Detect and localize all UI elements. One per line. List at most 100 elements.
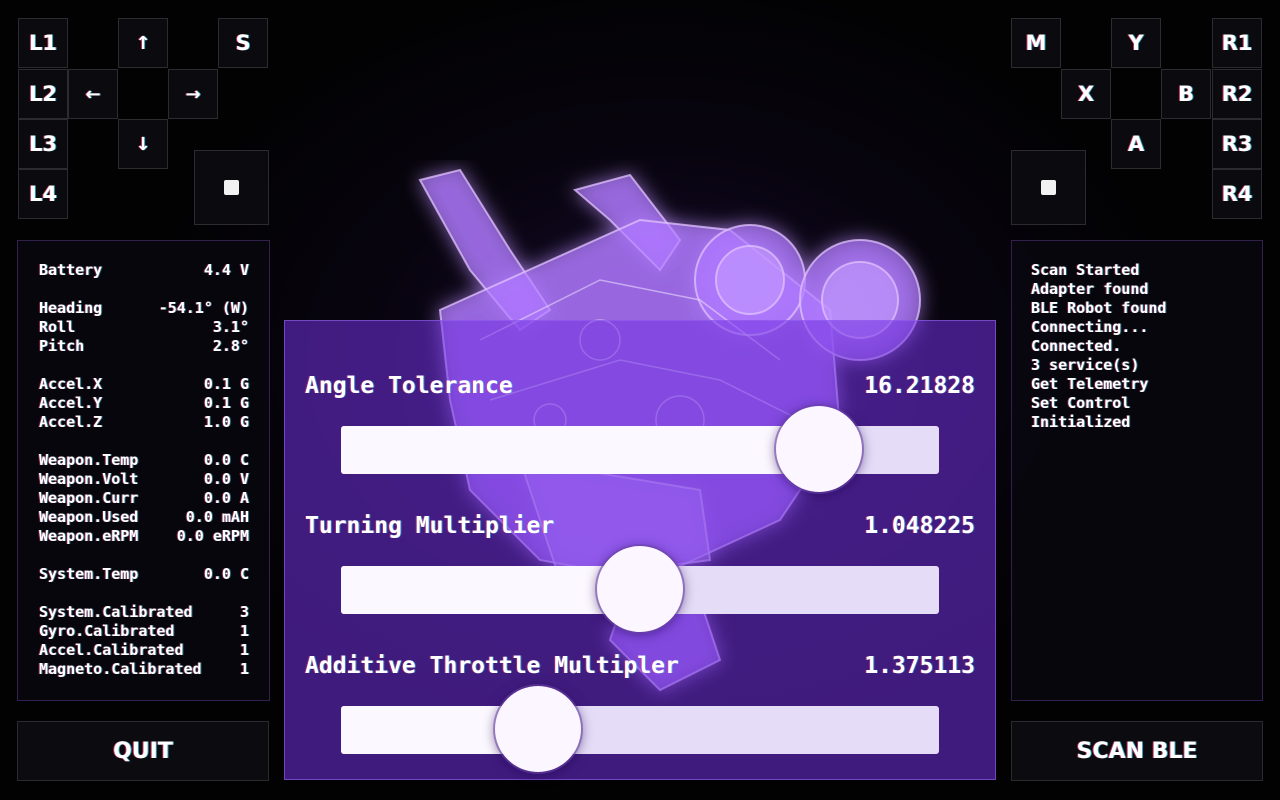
telemetry-row: Weapon.Volt 0.0 V — [39, 470, 249, 489]
telemetry-row: System.Calibrated 3 — [39, 603, 249, 622]
x-button[interactable]: X — [1061, 69, 1111, 119]
l2-button[interactable]: L2 — [18, 69, 68, 119]
telemetry-label: Weapon.Curr — [39, 489, 139, 507]
telemetry-group: Battery 4.4 V — [39, 261, 249, 280]
scan-ble-button[interactable]: SCAN BLE — [1011, 721, 1263, 781]
telemetry-value: 0.0 C — [203, 451, 249, 469]
telemetry-row: Pitch 2.8° — [39, 337, 249, 356]
log-line: Initialized — [1031, 413, 1131, 431]
dpad-right-button[interactable]: → — [168, 69, 218, 119]
telemetry-label: Heading — [39, 299, 103, 317]
telemetry-label: System.Calibrated — [39, 603, 193, 621]
log-line: BLE Robot found — [1031, 299, 1167, 317]
telemetry-row: Weapon.Used 0.0 mAH — [39, 508, 249, 527]
telemetry-label: Weapon.eRPM — [39, 527, 139, 545]
slider-track[interactable] — [341, 406, 939, 492]
slider-label: Angle Tolerance — [305, 373, 513, 399]
telemetry-label: Gyro.Calibrated — [39, 622, 175, 640]
s-button[interactable]: S — [218, 18, 268, 68]
telemetry-label: Pitch — [39, 337, 85, 355]
r3-button[interactable]: R3 — [1212, 119, 1262, 169]
telemetry-row: Gyro.Calibrated 1 — [39, 622, 249, 641]
telemetry-value: 1 — [239, 641, 249, 659]
b-button[interactable]: B — [1161, 69, 1211, 119]
l1-button[interactable]: L1 — [18, 18, 68, 68]
slider-panel: Angle Tolerance 16.21828 Turning Multiplie… — [284, 320, 996, 780]
telemetry-label: Accel.X — [39, 375, 103, 393]
telemetry-label: Weapon.Volt — [39, 470, 139, 488]
telemetry-row: Roll 3.1° — [39, 318, 249, 337]
log-line: 3 service(s) — [1031, 356, 1140, 374]
telemetry-group: Accel.X 0.1 G Accel.Y 0.1 G Accel.Z 1.0 G — [39, 375, 249, 432]
telemetry-value: 0.1 G — [203, 394, 249, 412]
telemetry-label: Weapon.Temp — [39, 451, 139, 469]
log-line: Scan Started — [1031, 261, 1140, 279]
telemetry-label: Accel.Calibrated — [39, 641, 184, 659]
telemetry-group: Weapon.Temp 0.0 C Weapon.Volt 0.0 V Weapon.C… — [39, 451, 249, 546]
telemetry-row: Battery 4.4 V — [39, 261, 249, 280]
slider-thumb[interactable] — [776, 406, 863, 492]
telemetry-group: Heading -54.1° (W) Roll 3.1° Pitch 2.8° — [39, 299, 249, 356]
r1-button[interactable]: R1 — [1212, 18, 1262, 68]
log-line: Connected. — [1031, 337, 1122, 355]
slider-thumb[interactable] — [495, 686, 582, 772]
r4-button[interactable]: R4 — [1212, 169, 1262, 219]
telemetry-value: 3.1° — [212, 318, 249, 336]
slider-label: Additive Throttle Multipler — [305, 653, 679, 679]
dpad-up-button[interactable]: ↑ — [118, 18, 168, 68]
telemetry-list: Battery 4.4 V Heading -54.1° (W) Roll 3.1° Pit… — [39, 261, 249, 679]
telemetry-row: Magneto.Calibrated 1 — [39, 660, 249, 679]
telemetry-value: 3 — [239, 603, 249, 621]
quit-button[interactable]: QUIT — [17, 721, 269, 781]
slider-fill — [341, 426, 820, 474]
slider-value: 1.375113 — [864, 653, 975, 679]
telemetry-value: -54.1° (W) — [158, 299, 249, 317]
telemetry-label: Magneto.Calibrated — [39, 660, 202, 678]
telemetry-label: Weapon.Used — [39, 508, 139, 526]
telemetry-value: 2.8° — [212, 337, 249, 355]
telemetry-value: 0.0 mAH — [185, 508, 249, 526]
right-stop-button[interactable] — [1011, 150, 1086, 225]
slider-track[interactable] — [341, 686, 939, 772]
r2-button[interactable]: R2 — [1212, 69, 1262, 119]
telemetry-value: 0.0 V — [203, 470, 249, 488]
telemetry-row: Heading -54.1° (W) — [39, 299, 249, 318]
dpad-down-button[interactable]: ↓ — [118, 119, 168, 169]
y-button[interactable]: Y — [1111, 18, 1161, 68]
telemetry-group: System.Calibrated 3 Gyro.Calibrated 1 Accel.… — [39, 603, 249, 679]
telemetry-label: Accel.Z — [39, 413, 103, 431]
telemetry-row: Weapon.Temp 0.0 C — [39, 451, 249, 470]
slider-label: Turning Multiplier — [305, 513, 555, 539]
telemetry-group: System.Temp 0.0 C — [39, 565, 249, 584]
telemetry-value: 0.0 A — [203, 489, 249, 507]
telemetry-value: 1 — [239, 622, 249, 640]
log-line: Get Telemetry — [1031, 375, 1149, 393]
slider-track[interactable] — [341, 546, 939, 632]
telemetry-row: Accel.Z 1.0 G — [39, 413, 249, 432]
telemetry-value: 0.1 G — [203, 375, 249, 393]
slider-value: 16.21828 — [864, 373, 975, 399]
telemetry-row: System.Temp 0.0 C — [39, 565, 249, 584]
telemetry-value: 4.4 V — [203, 261, 249, 279]
l3-button[interactable]: L3 — [18, 119, 68, 169]
log-panel: Scan Started Adapter found BLE Robot found… — [1011, 240, 1263, 701]
telemetry-panel: Battery 4.4 V Heading -54.1° (W) Roll 3.1° Pit… — [17, 240, 270, 701]
a-button[interactable]: A — [1111, 119, 1161, 169]
stop-square-icon — [224, 180, 239, 195]
log-line: Adapter found — [1031, 280, 1149, 298]
log-line: Set Control — [1031, 394, 1131, 412]
telemetry-value: 1.0 G — [203, 413, 249, 431]
slider-thumb[interactable] — [597, 546, 683, 632]
slider-fill — [341, 566, 640, 614]
telemetry-label: System.Temp — [39, 565, 139, 583]
telemetry-row: Weapon.eRPM 0.0 eRPM — [39, 527, 249, 546]
telemetry-label: Accel.Y — [39, 394, 103, 412]
left-stop-button[interactable] — [194, 150, 269, 225]
dpad-left-button[interactable]: ← — [68, 69, 118, 119]
telemetry-row: Weapon.Curr 0.0 A — [39, 489, 249, 508]
l4-button[interactable]: L4 — [18, 169, 68, 219]
m-button[interactable]: M — [1011, 18, 1061, 68]
telemetry-row: Accel.Y 0.1 G — [39, 394, 249, 413]
telemetry-value: 0.0 C — [203, 565, 249, 583]
slider-value: 1.048225 — [864, 513, 975, 539]
